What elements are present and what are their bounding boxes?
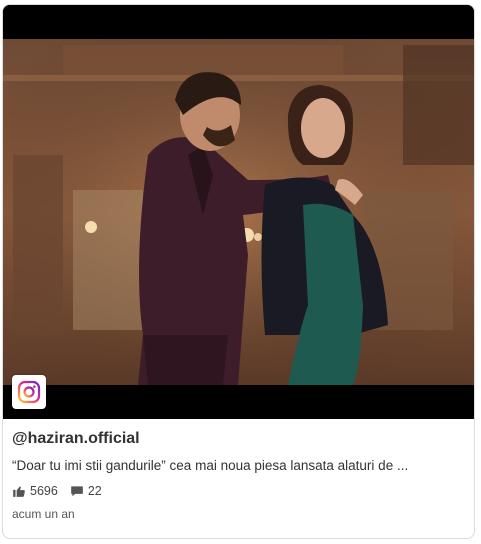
post-photo-illustration <box>3 5 474 419</box>
likes-count: 5696 <box>30 484 58 498</box>
post-timestamp: acum un an <box>12 507 75 521</box>
likes-stat: 5696 <box>12 484 58 498</box>
post-username[interactable]: @haziran.official <box>12 429 466 449</box>
comment-icon <box>70 486 83 497</box>
instagram-post-card: @haziran.official “Doar tu imi stii gand… <box>2 4 475 539</box>
comments-count: 22 <box>87 484 102 498</box>
thumbs-up-icon <box>13 486 25 497</box>
instagram-icon <box>17 380 41 404</box>
instagram-badge[interactable] <box>12 375 46 409</box>
post-image[interactable] <box>3 5 474 419</box>
post-stats: 5696 22 <box>12 483 466 499</box>
post-info: @haziran.official “Doar tu imi stii gand… <box>12 429 466 521</box>
post-caption: “Doar tu imi stii gandurile” cea mai nou… <box>12 458 409 473</box>
comments-stat: 22 <box>70 484 102 498</box>
